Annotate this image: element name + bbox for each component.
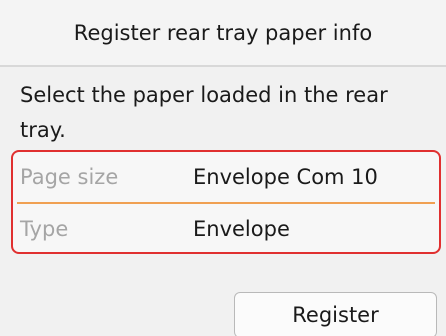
page-size-label: Page size bbox=[20, 165, 119, 189]
screen-header: Register rear tray paper info bbox=[0, 0, 446, 65]
page-size-value: Envelope Com 10 bbox=[193, 165, 378, 189]
paper-type-value: Envelope bbox=[193, 217, 290, 241]
page-size-setting[interactable]: Page size Envelope Com 10 bbox=[13, 152, 439, 202]
paper-type-label: Type bbox=[20, 217, 69, 241]
paper-settings-panel: Page size Envelope Com 10 Type Envelope bbox=[11, 150, 441, 254]
instruction-text: Select the paper loaded in the rear tray… bbox=[20, 83, 388, 142]
header-divider bbox=[0, 65, 446, 67]
printer-panel-screen: Register rear tray paper info Select the… bbox=[0, 0, 446, 336]
paper-type-setting[interactable]: Type Envelope bbox=[13, 204, 439, 254]
screen-title: Register rear tray paper info bbox=[73, 20, 373, 45]
register-button[interactable]: Register bbox=[234, 292, 437, 336]
